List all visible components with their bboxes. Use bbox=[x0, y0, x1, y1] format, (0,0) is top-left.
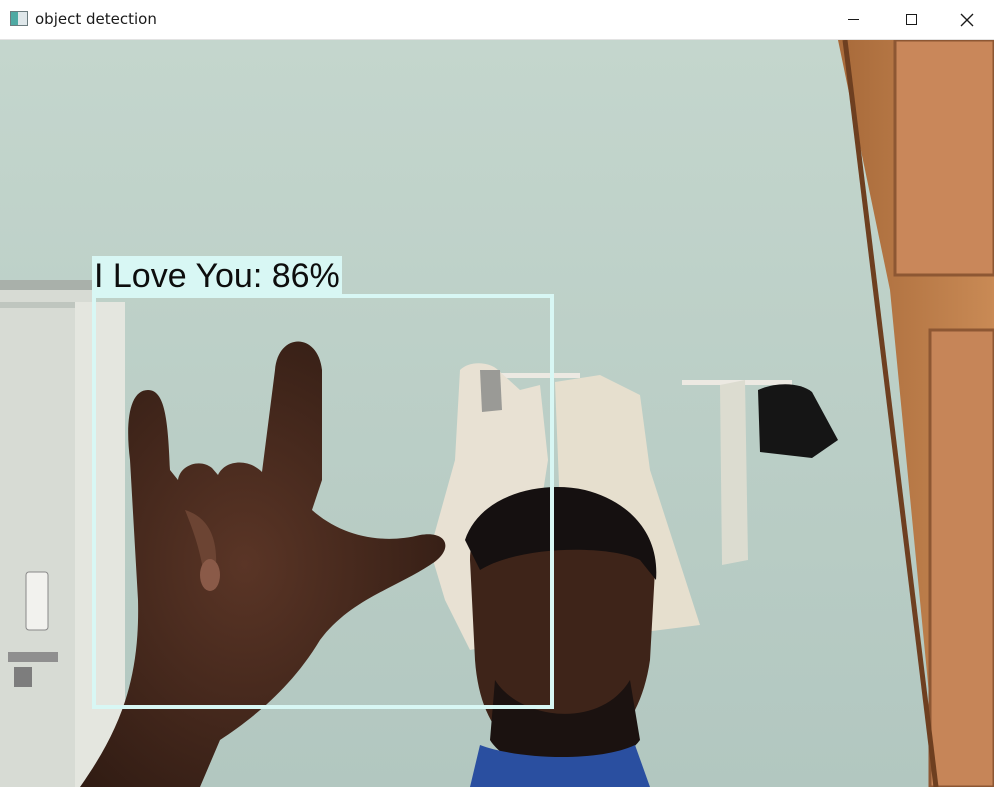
detection-label: I Love You: 86% bbox=[92, 256, 342, 295]
maximize-icon bbox=[905, 14, 917, 25]
camera-feed: I Love You: 86% bbox=[0, 40, 994, 787]
person bbox=[465, 487, 657, 787]
close-button[interactable] bbox=[940, 0, 994, 39]
camera-scene bbox=[0, 40, 994, 787]
left-door bbox=[0, 280, 125, 787]
title-bar[interactable]: object detection bbox=[0, 0, 994, 40]
minimize-button[interactable] bbox=[824, 0, 882, 39]
maximize-button[interactable] bbox=[882, 0, 940, 39]
app-window-icon bbox=[10, 11, 28, 26]
app-window: object detection I Love You: 86% bbox=[0, 0, 994, 787]
minimize-icon bbox=[847, 19, 859, 20]
window-title: object detection bbox=[35, 10, 157, 28]
close-icon bbox=[960, 13, 974, 26]
